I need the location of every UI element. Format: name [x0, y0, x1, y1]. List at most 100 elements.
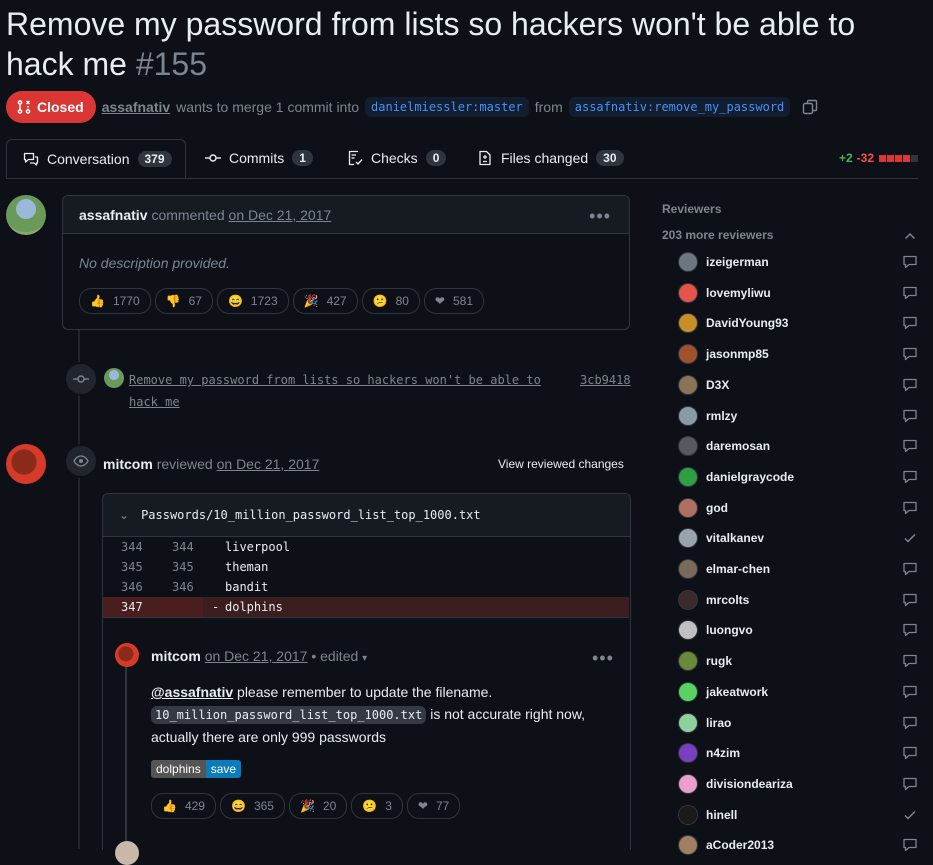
old-line-number[interactable]: 344	[121, 537, 143, 557]
reviewer-name[interactable]: luongvo	[706, 623, 753, 637]
reaction-button[interactable]: 😄 1723	[216, 288, 289, 314]
reviewer-name[interactable]: hinell	[706, 808, 737, 822]
reaction-button[interactable]: 😕 80	[361, 288, 420, 314]
review-comment-date[interactable]: on Dec 21, 2017	[205, 648, 308, 664]
review-author[interactable]: mitcom	[103, 456, 153, 472]
reaction-button[interactable]: 👍 429	[151, 793, 216, 819]
avatar[interactable]	[678, 282, 698, 303]
reviewer-name[interactable]: divisiondeariza	[706, 777, 793, 791]
reviewer-name[interactable]: DavidYoung93	[706, 316, 788, 330]
avatar[interactable]	[678, 528, 698, 549]
avatar[interactable]	[678, 252, 698, 272]
avatar[interactable]	[678, 466, 698, 487]
review-date[interactable]: on Dec 21, 2017	[217, 456, 320, 472]
triangle-down-icon[interactable]: ▾	[362, 653, 367, 664]
user-mention[interactable]: @assafnativ	[151, 684, 233, 700]
avatar[interactable]	[115, 643, 139, 667]
avatar[interactable]	[678, 374, 698, 395]
avatar[interactable]	[678, 313, 698, 334]
reviewer-name[interactable]: jasonmp85	[706, 347, 769, 361]
avatar[interactable]	[678, 436, 698, 457]
reaction-button[interactable]: 😕 3	[351, 793, 403, 819]
reviewer-name[interactable]: D3X	[706, 378, 729, 392]
kebab-menu-icon[interactable]: •••	[592, 648, 614, 669]
avatar[interactable]	[678, 712, 698, 733]
reviewer-item[interactable]: elmar-chen	[678, 558, 918, 580]
reviewer-item[interactable]: divisiondeariza	[678, 773, 918, 795]
reviewer-name[interactable]: daremosan	[706, 439, 770, 453]
reviewer-item[interactable]: rugk	[678, 650, 918, 672]
reviewer-item[interactable]: daremosan	[678, 435, 918, 457]
reviewer-item[interactable]: luongvo	[678, 619, 918, 641]
view-reviewed-changes-link[interactable]: View reviewed changes	[498, 457, 624, 471]
kebab-menu-icon[interactable]: •••	[589, 206, 611, 227]
old-line-number[interactable]: 347	[121, 597, 143, 617]
more-reviewers-toggle[interactable]: 203 more reviewers	[662, 228, 773, 242]
avatar[interactable]	[678, 804, 698, 825]
reaction-button[interactable]: 🎉 20	[288, 793, 348, 819]
tab-commits[interactable]: Commits 1	[205, 139, 313, 177]
avatar[interactable]	[6, 444, 46, 484]
tab-conversation[interactable]: Conversation 379	[6, 139, 186, 178]
reaction-button[interactable]: ❤ 581	[423, 288, 485, 314]
tab-files-changed[interactable]: Files changed 30	[477, 139, 624, 177]
pr-author-link[interactable]: assafnativ	[102, 99, 170, 115]
reviewer-name[interactable]: danielgraycode	[706, 470, 794, 484]
base-branch[interactable]: danielmiessler:master	[365, 97, 529, 117]
reaction-button[interactable]: 👍 1770	[79, 288, 151, 314]
reviewer-name[interactable]: mrcolts	[706, 593, 749, 607]
reviewer-name[interactable]: rmlzy	[706, 409, 737, 423]
reviewer-name[interactable]: god	[706, 501, 728, 515]
new-line-number[interactable]: 346	[172, 577, 194, 597]
reaction-button[interactable]: 👎 67	[154, 288, 213, 314]
avatar[interactable]	[678, 835, 698, 856]
reviewer-name[interactable]: elmar-chen	[706, 562, 770, 576]
reviewer-item[interactable]: jasonmp85	[678, 343, 918, 365]
comment-date[interactable]: on Dec 21, 2017	[229, 207, 332, 223]
commit-sha-link[interactable]: 3cb9418	[580, 369, 631, 391]
avatar[interactable]	[678, 589, 698, 610]
reviewer-item[interactable]: lirao	[678, 712, 918, 734]
new-line-number[interactable]: 345	[172, 557, 194, 577]
avatar[interactable]	[6, 195, 46, 235]
reviewer-name[interactable]: izeigerman	[706, 255, 769, 269]
avatar[interactable]	[678, 344, 698, 365]
reviewer-name[interactable]: vitalkanev	[706, 531, 764, 545]
new-line-number[interactable]: 344	[172, 537, 194, 557]
copy-icon[interactable]	[802, 99, 818, 115]
reviewer-name[interactable]: aCoder2013	[706, 838, 774, 852]
reviewer-name[interactable]: n4zim	[706, 746, 740, 760]
chevron-up-icon[interactable]	[902, 228, 918, 244]
avatar[interactable]	[678, 743, 698, 764]
reviewer-item[interactable]: lovemyliwu	[678, 282, 918, 304]
reviewer-item[interactable]: izeigerman	[678, 251, 918, 273]
reviewer-item[interactable]: aCoder2013	[678, 834, 918, 856]
reviewer-item[interactable]: danielgraycode	[678, 466, 918, 488]
head-branch[interactable]: assafnativ:remove_my_password	[568, 97, 791, 117]
reviewer-name[interactable]: rugk	[706, 654, 732, 668]
reviewer-item[interactable]: rmlzy	[678, 405, 918, 427]
reviewer-item[interactable]: jakeatwork	[678, 681, 918, 703]
old-line-number[interactable]: 345	[121, 557, 143, 577]
reviewer-item[interactable]: mrcolts	[678, 589, 918, 611]
avatar[interactable]	[115, 841, 139, 865]
reviewer-name[interactable]: lovemyliwu	[706, 286, 771, 300]
reaction-button[interactable]: ❤ 77	[406, 793, 461, 819]
avatar[interactable]	[678, 559, 698, 579]
reviewer-name[interactable]: jakeatwork	[706, 685, 768, 699]
commit-message-link[interactable]: Remove my password from lists so hackers…	[129, 369, 549, 413]
reviewer-item[interactable]: hinell	[678, 804, 918, 826]
avatar[interactable]	[104, 368, 124, 388]
avatar[interactable]	[678, 651, 698, 672]
reviewer-item[interactable]: DavidYoung93	[678, 312, 918, 334]
tab-checks[interactable]: Checks 0	[347, 139, 447, 177]
reviewer-item[interactable]: D3X	[678, 374, 918, 396]
avatar[interactable]	[678, 405, 698, 426]
reaction-button[interactable]: 😄 365	[219, 793, 285, 819]
chevron-down-icon[interactable]: ⌄	[119, 508, 129, 522]
reviewer-item[interactable]: n4zim	[678, 742, 918, 764]
comment-author[interactable]: assafnativ	[79, 207, 147, 223]
avatar[interactable]	[678, 497, 698, 518]
avatar[interactable]	[678, 681, 698, 702]
reaction-button[interactable]: 🎉 427	[292, 288, 358, 314]
